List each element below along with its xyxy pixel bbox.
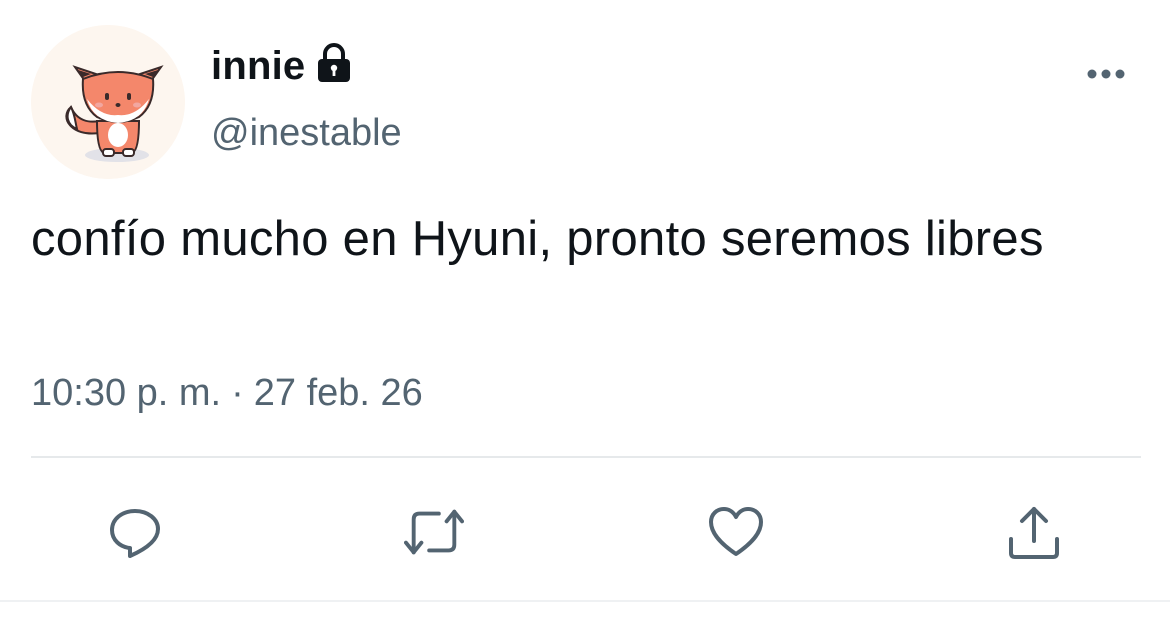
lock-icon [313, 42, 355, 84]
bottom-divider [0, 600, 1170, 602]
user-name-row: innie [211, 41, 355, 91]
share-icon [1009, 507, 1059, 559]
divider [31, 456, 1141, 458]
avatar[interactable] [31, 25, 185, 179]
tweet-time: 10:30 p. m. [31, 372, 222, 414]
tweet-timestamp[interactable]: 10:30 p. m. · 27 feb. 26 [31, 372, 423, 415]
share-button[interactable] [1004, 502, 1064, 562]
tweet-card: innie @inestable confío mucho en Hyuni, … [0, 0, 1170, 621]
display-name[interactable]: innie [211, 44, 305, 89]
user-handle[interactable]: @inestable [211, 112, 402, 155]
retweet-icon [404, 509, 464, 555]
timestamp-separator: · [231, 372, 244, 414]
tweet-text: confío mucho en Hyuni, pronto seremos li… [31, 212, 1044, 266]
heart-icon [709, 507, 763, 556]
retweet-button[interactable] [404, 502, 464, 562]
like-button[interactable] [706, 502, 766, 562]
fox-avatar-icon [31, 25, 185, 179]
tweet-date: 27 feb. 26 [253, 372, 423, 414]
reply-icon [110, 509, 160, 558]
more-options-icon[interactable] [1082, 62, 1130, 88]
reply-button[interactable] [105, 502, 165, 562]
